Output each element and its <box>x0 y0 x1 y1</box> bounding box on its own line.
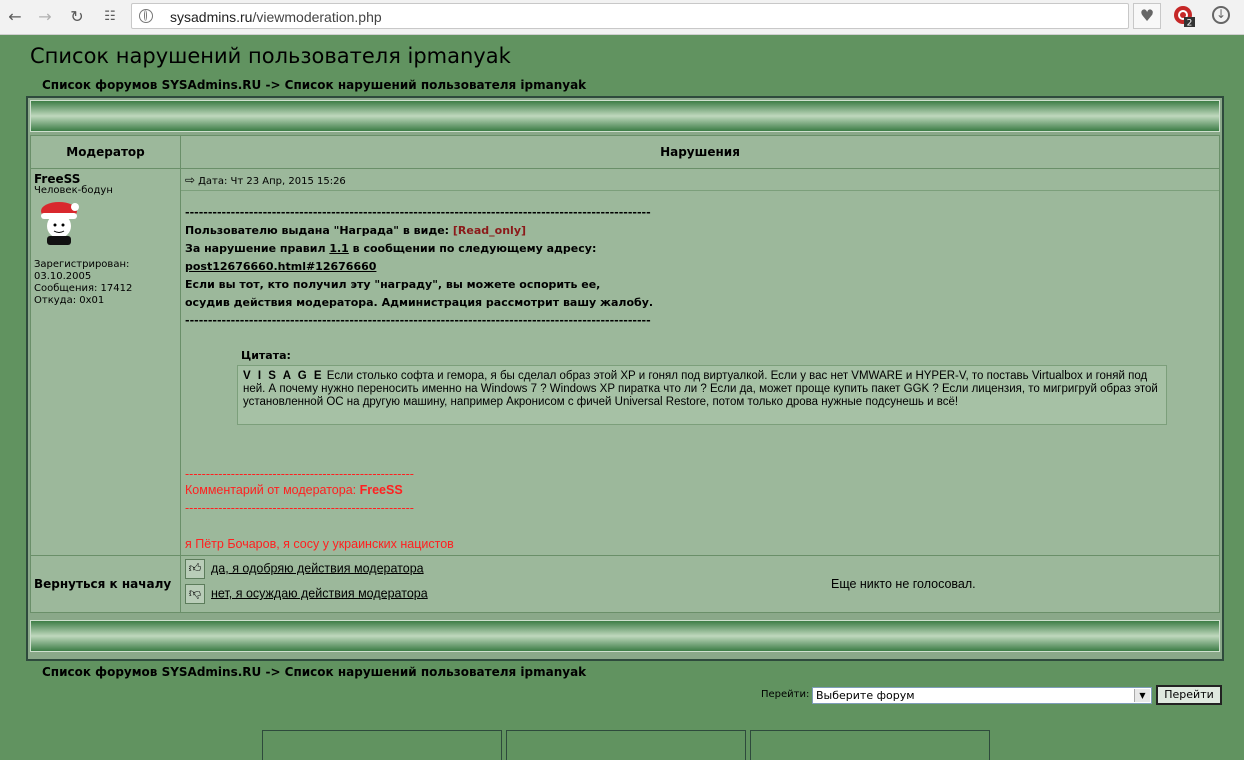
award-line: Пользователю выдана "Награда" в виде: [R… <box>185 224 527 237</box>
post-date: ⇨ Дата: Чт 23 Апр, 2015 15:26 <box>185 173 346 187</box>
back-to-top-link[interactable]: Вернуться к началу <box>30 555 181 613</box>
vote-approve[interactable]: 👍︎ да, я одобряю действия модератора <box>185 559 424 579</box>
bottom-panel-3 <box>750 730 990 760</box>
author-name: FreeSS <box>34 172 81 186</box>
author-location: Откуда: 0x01 <box>34 295 105 306</box>
globe-icon <box>139 9 153 23</box>
breadcrumb-root-link[interactable]: Список форумов SYSAdmins.RU <box>42 78 261 92</box>
moderator-comment-header: Комментарий от модератора: FreeSS <box>185 483 403 497</box>
quote-box: V I S A G E Если столько софта и гемора,… <box>237 365 1167 425</box>
jump-button[interactable]: Перейти <box>1156 685 1222 705</box>
vote-cell: 👍︎ да, я одобряю действия модератора 👎︎ не… <box>180 555 1220 613</box>
breadcrumb-current-link[interactable]: Список нарушений пользователя ipmanyak <box>285 78 587 92</box>
reload-icon[interactable]: ↻ <box>66 6 88 28</box>
quote-author: V I S A G E <box>243 370 324 382</box>
page: Список нарушений пользователя ipmanyak С… <box>0 35 1244 760</box>
breadcrumb-separator: -> <box>261 78 285 92</box>
address-bar[interactable]: sysadmins.ru/viewmoderation.php <box>131 3 1129 29</box>
page-title: Список нарушений пользователя ipmanyak <box>30 44 511 68</box>
message-separator-bottom: ----------------------------------------… <box>185 314 651 327</box>
vote-disapprove[interactable]: 👎︎ нет, я осуждаю действия модератора <box>185 584 428 604</box>
chevron-down-icon[interactable]: ▼ <box>1134 689 1150 702</box>
url-text: sysadmins.ru/viewmoderation.php <box>170 9 382 25</box>
table-footer-band <box>30 620 1220 652</box>
registered-date: 03.10.2005 <box>34 271 92 282</box>
appeal-line-1: Если вы тот, кто получил эту "награду", … <box>185 278 601 291</box>
comment-separator-bottom: ----------------------------------------… <box>185 501 414 515</box>
forward-icon[interactable]: → <box>34 6 56 28</box>
post-link[interactable]: post12676660.html#12676660 <box>185 260 376 273</box>
violations-table: Модератор Нарушения FreeSS Человек-бодун… <box>26 96 1224 661</box>
vote-status: Еще никто не голосовал. <box>831 577 976 591</box>
breadcrumb-separator-bottom: -> <box>261 665 285 679</box>
bottom-panel-1 <box>262 730 502 760</box>
breadcrumb: Список форумов SYSAdmins.RU -> Список на… <box>42 78 586 92</box>
author-rank: Человек-бодун <box>34 185 113 196</box>
bookmark-heart-icon[interactable]: ♥ <box>1133 3 1161 29</box>
quote-text: Если столько софта и гемора, я бы сделал… <box>243 370 1158 408</box>
download-icon[interactable]: ↓ <box>1212 6 1230 24</box>
post-cell: ⇨ Дата: Чт 23 Апр, 2015 15:26 -----------… <box>180 168 1220 556</box>
rule-link[interactable]: 1.1 <box>329 242 349 255</box>
breadcrumb-root-link-bottom[interactable]: Список форумов SYSAdmins.RU <box>42 665 261 679</box>
apps-grid-icon[interactable]: ☷ <box>99 6 121 28</box>
post-divider <box>181 190 1219 191</box>
column-header-violations: Нарушения <box>180 135 1220 169</box>
browser-toolbar: ← → ↻ ☷ sysadmins.ru/viewmoderation.php … <box>0 0 1244 35</box>
post-link-line: post12676660.html#12676660 <box>185 258 653 276</box>
appeal-line-2: осудив действия модератора. Администраци… <box>185 296 654 309</box>
bottom-panel-2 <box>506 730 746 760</box>
extension-badge: 2 <box>1187 19 1193 28</box>
forum-select-value: Выберите форум <box>816 689 915 702</box>
author-info: Зарегистрирован: 03.10.2005 Сообщения: 1… <box>34 259 132 307</box>
breadcrumb-current-link-bottom[interactable]: Список нарушений пользователя ipmanyak <box>285 665 587 679</box>
table-header-band <box>30 100 1220 132</box>
post-arrow-icon: ⇨ <box>185 173 196 187</box>
back-icon[interactable]: ← <box>4 6 26 28</box>
extension-shield-icon[interactable]: 2 <box>1173 5 1195 27</box>
registered-label: Зарегистрирован: <box>34 259 130 270</box>
breadcrumb-bottom: Список форумов SYSAdmins.RU -> Список на… <box>42 665 586 679</box>
author-cell: FreeSS Человек-бодун Зарегистрирован: 03… <box>30 168 181 556</box>
comment-author: FreeSS <box>359 483 403 497</box>
column-header-moderator: Модератор <box>30 135 181 169</box>
moderator-comment-text: я Пётр Бочаров, я сосу у украинских наци… <box>185 537 454 551</box>
rule-line: За нарушение правил 1.1 в сообщении по с… <box>185 242 597 255</box>
moderation-message: ----------------------------------------… <box>185 204 653 330</box>
comment-separator-top: ----------------------------------------… <box>185 467 414 481</box>
award-value: [Read_only] <box>452 224 527 237</box>
jump-label: Перейти: <box>761 689 810 700</box>
thumbs-up-icon[interactable]: 👍︎ <box>185 559 205 579</box>
thumbs-down-icon[interactable]: 👎︎ <box>185 584 205 604</box>
message-separator-top: ----------------------------------------… <box>185 206 651 219</box>
quote-label: Цитата: <box>241 349 291 362</box>
post-count: Сообщения: 17412 <box>34 283 133 294</box>
forum-select[interactable]: Выберите форум ▼ <box>812 687 1152 704</box>
avatar <box>41 202 79 245</box>
